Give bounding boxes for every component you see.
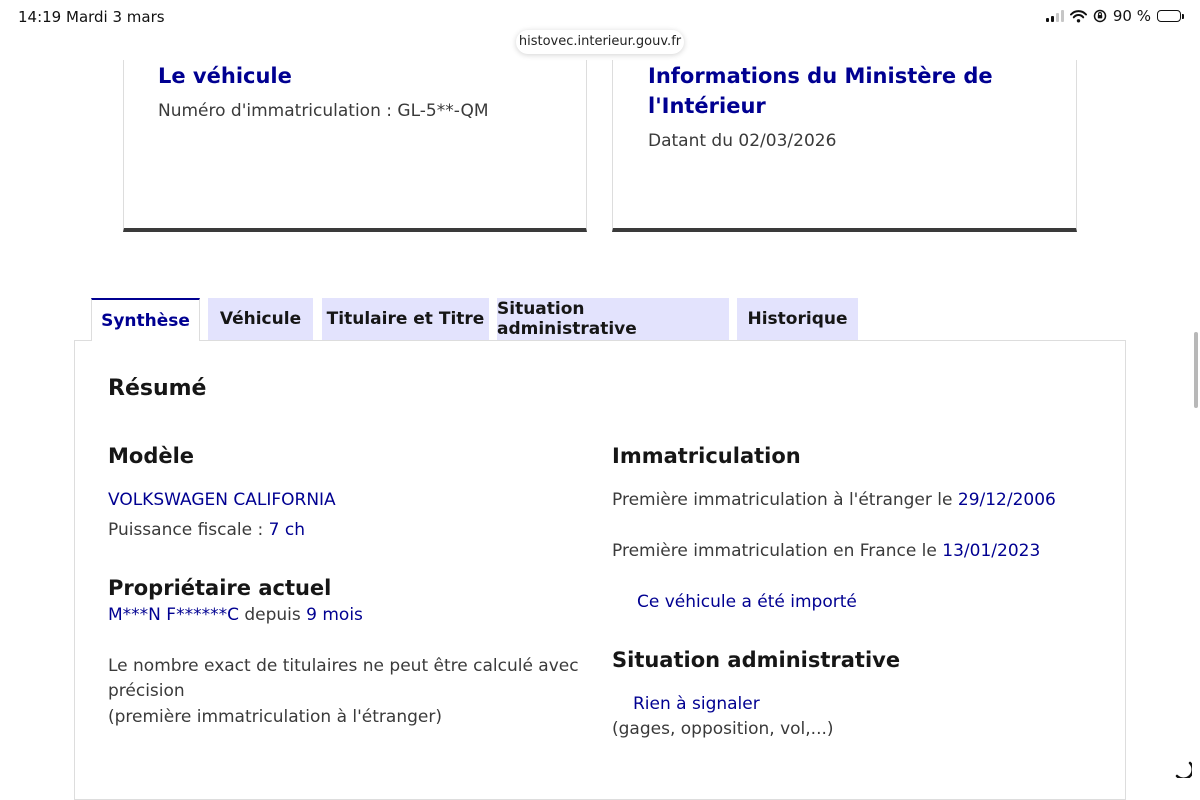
- admin-status-heading: Situation administrative: [612, 648, 901, 672]
- owner-note-line3: (première immatriculation à l'étranger): [108, 707, 442, 727]
- orientation-lock-icon: [1093, 9, 1107, 23]
- cellular-signal-icon: [1045, 10, 1064, 22]
- first-registration-france: Première immatriculation en France le 13…: [612, 541, 1040, 561]
- status-date: Mardi 3 mars: [66, 8, 165, 26]
- tab-historique[interactable]: Historique: [737, 298, 858, 340]
- summary-heading: Résumé: [108, 376, 207, 401]
- admin-status-value: Rien à signaler: [633, 694, 760, 714]
- ministry-card-title-line2: l'Intérieur: [648, 94, 766, 118]
- synthese-panel: [74, 340, 1126, 800]
- first-registration-foreign-date: 29/12/2006: [957, 490, 1056, 510]
- model-heading: Modèle: [108, 444, 195, 468]
- fiscal-power: Puissance fiscale : 7 ch: [108, 520, 305, 540]
- first-registration-foreign-label: Première immatriculation à l'étranger le: [612, 490, 958, 510]
- first-registration-france-date: 13/01/2023: [942, 541, 1041, 561]
- tab-titulaire-et-titre[interactable]: Titulaire et Titre: [322, 298, 489, 340]
- battery-icon: [1157, 10, 1184, 22]
- scrollbar[interactable]: [1194, 332, 1198, 408]
- status-indicators: 90 %: [1045, 7, 1184, 25]
- model-name: VOLKSWAGEN CALIFORNIA: [108, 490, 336, 510]
- owner-note-line1: Le nombre exact de titulaires ne peut êt…: [108, 656, 579, 676]
- tab-vehicule[interactable]: Véhicule: [208, 298, 313, 340]
- first-registration-france-label: Première immatriculation en France le: [612, 541, 943, 561]
- fiscal-power-label: Puissance fiscale :: [108, 520, 269, 540]
- ministry-card: Informations du Ministère de l'Intérieur…: [612, 60, 1077, 232]
- registration-heading: Immatriculation: [612, 444, 801, 468]
- battery-percent: 90 %: [1112, 7, 1151, 25]
- first-registration-foreign: Première immatriculation à l'étranger le…: [612, 490, 1056, 510]
- admin-status-detail: (gages, opposition, vol,...): [612, 719, 834, 739]
- imported-status: Ce véhicule a été importé: [637, 592, 857, 612]
- vehicle-card: Le véhicule Numéro d'immatriculation : G…: [123, 60, 587, 232]
- tab-situation-administrative[interactable]: Situation administrative: [497, 298, 729, 340]
- url-bar[interactable]: histovec.interieur.gouv.fr: [516, 30, 684, 54]
- loading-spinner-icon: [1175, 761, 1192, 778]
- owner-note-line2: précision: [108, 681, 185, 701]
- owner-since-label: depuis: [238, 605, 307, 625]
- plate-number: Numéro d'immatriculation : GL-5**-QM: [158, 101, 489, 121]
- owner-heading: Propriétaire actuel: [108, 576, 332, 600]
- wifi-icon: [1069, 9, 1087, 22]
- owner-since-value: 9 mois: [306, 605, 363, 625]
- owner-name: M***N F******C: [108, 605, 239, 625]
- vehicle-card-title: Le véhicule: [158, 64, 292, 88]
- fiscal-power-value: 7 ch: [268, 520, 305, 540]
- status-time: 14:19: [18, 8, 62, 26]
- tab-synthese[interactable]: Synthèse: [91, 298, 200, 341]
- owner-line: M***N F******C depuis 9 mois: [108, 605, 363, 625]
- ministry-card-title-line1: Informations du Ministère de: [648, 64, 993, 88]
- data-date: Datant du 02/03/2026: [648, 131, 837, 151]
